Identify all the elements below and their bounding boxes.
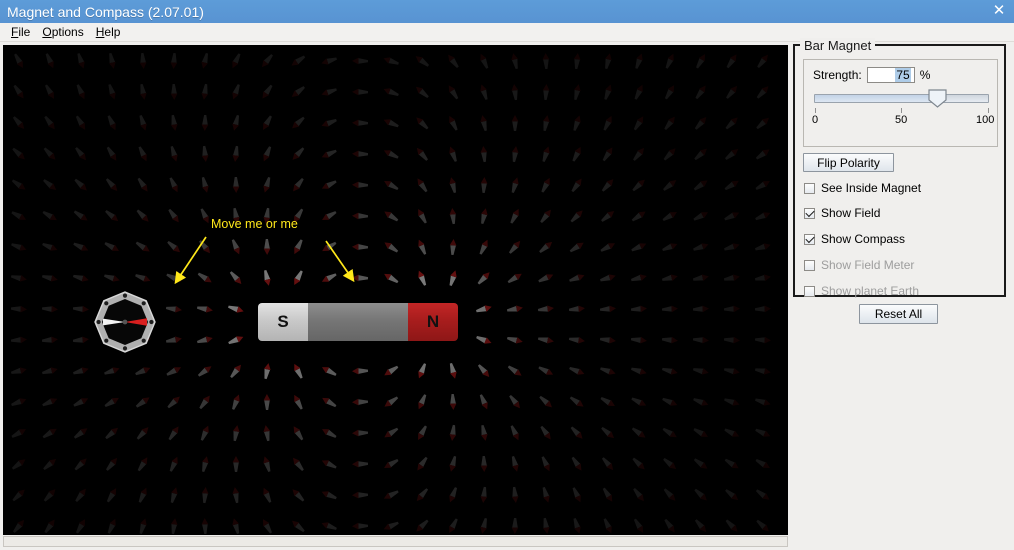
canvas-bottom-strip — [3, 536, 788, 547]
annotation-arrows — [174, 236, 355, 285]
checkbox-show-compass[interactable] — [804, 233, 815, 245]
checkbox-row-see-inside-magnet[interactable]: See Inside Magnet — [804, 180, 921, 196]
annotation-arrow-right — [325, 240, 355, 283]
checkbox-label-show-field: Show Field — [821, 206, 881, 220]
strength-slider-track[interactable] — [814, 94, 989, 103]
strength-value: 75 — [895, 68, 911, 82]
slider-label-50: 50 — [895, 114, 908, 126]
checkbox-label-show-field-meter: Show Field Meter — [821, 258, 915, 272]
title-bar: Magnet and Compass (2.07.01) ✕ — [0, 0, 1014, 24]
checkbox-show-field-meter[interactable] — [804, 259, 815, 271]
strength-input[interactable]: 75 — [866, 67, 915, 83]
checkbox-row-show-planet-earth[interactable]: Show planet Earth — [804, 283, 919, 299]
slider-label-100: 100 — [976, 114, 995, 126]
strength-group: Strength: 75 % 0 50 100 — [803, 59, 998, 147]
checkbox-show-planet-earth[interactable] — [804, 285, 815, 297]
application-window: Magnet and Compass (2.07.01) ✕ FFileile … — [0, 0, 1014, 550]
menu-item-help[interactable]: Help — [93, 24, 130, 40]
checkbox-row-show-field[interactable]: Show Field — [804, 205, 880, 221]
slider-tick-50 — [901, 108, 902, 113]
simulation-canvas[interactable]: S N Move me or me — [3, 45, 788, 535]
strength-slider-fill — [815, 95, 945, 102]
checkbox-row-show-compass[interactable]: Show Compass — [804, 231, 905, 247]
reset-all-button[interactable]: Reset All — [859, 304, 938, 324]
checkbox-label-show-compass: Show Compass — [821, 232, 906, 246]
bar-magnet-panel: Strength: 75 % 0 50 100 Flip Polarity Se… — [793, 44, 1006, 299]
checkbox-label-see-inside-magnet: See Inside Magnet — [821, 181, 922, 195]
panel-legend: Bar Magnet — [800, 38, 876, 53]
strength-label: Strength: — [813, 68, 862, 82]
slider-tick-0 — [815, 108, 816, 113]
menu-item-options[interactable]: Options — [39, 24, 92, 40]
window-title: Magnet and Compass (2.07.01) — [7, 3, 204, 20]
checkbox-see-inside-magnet[interactable] — [804, 182, 815, 194]
annotation-arrow-left — [174, 236, 207, 285]
menu-item-file[interactable]: FFileile — [8, 24, 39, 40]
close-icon[interactable]: ✕ — [990, 2, 1008, 20]
percent-label: % — [919, 68, 931, 82]
slider-tick-100 — [988, 108, 989, 113]
checkbox-row-show-field-meter[interactable]: Show Field Meter — [804, 257, 914, 273]
checkbox-show-field[interactable] — [804, 207, 815, 219]
strength-row: Strength: 75 % — [813, 67, 930, 83]
checkbox-label-show-planet-earth: Show planet Earth — [821, 284, 920, 298]
flip-polarity-button[interactable]: Flip Polarity — [803, 153, 894, 172]
strength-slider-thumb[interactable] — [928, 89, 947, 108]
slider-label-0: 0 — [812, 114, 819, 126]
